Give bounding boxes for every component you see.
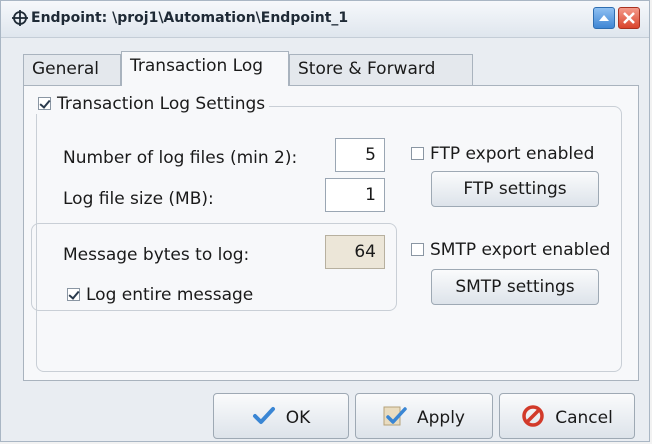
endpoint-dialog: Endpoint: \proj1\Automation\Endpoint_1 G… [0,0,650,442]
message-bytes-label: Message bytes to log: [63,245,250,265]
log-file-size-label: Log file size (MB): [63,189,214,209]
transaction-log-settings-label: Transaction Log Settings [57,94,266,114]
ftp-export-toggle[interactable]: FTP export enabled [411,144,594,164]
ok-label: OK [285,408,311,428]
message-bytes-input[interactable]: 64 [325,235,385,269]
ftp-settings-button[interactable]: FTP settings [431,171,599,207]
log-entire-message-label: Log entire message [86,285,254,305]
maximize-icon [599,15,609,21]
log-entire-message-checkbox[interactable] [67,288,80,301]
ftp-export-label: FTP export enabled [430,144,595,164]
transaction-log-settings-toggle[interactable]: Transaction Log Settings [34,94,270,114]
tab-general[interactable]: General [23,54,121,85]
cancel-icon [522,405,544,427]
smtp-export-toggle[interactable]: SMTP export enabled [411,240,610,260]
smtp-export-checkbox[interactable] [411,243,424,256]
apply-label: Apply [417,408,465,428]
smtp-export-label: SMTP export enabled [430,240,611,260]
title-bar[interactable]: Endpoint: \proj1\Automation\Endpoint_1 [1,1,649,38]
ok-button[interactable]: OK [213,393,349,439]
maximize-button[interactable] [593,7,615,29]
log-file-size-input[interactable]: 1 [325,178,385,212]
crosshair-icon [12,10,28,26]
transaction-log-settings-checkbox[interactable] [38,97,51,110]
close-icon [623,12,635,24]
cancel-button[interactable]: Cancel [499,393,635,439]
num-log-files-input[interactable]: 5 [335,138,385,172]
apply-check-icon [383,406,407,426]
tab-transaction-log[interactable]: Transaction Log [121,51,289,86]
checkmark-icon [252,407,275,424]
window-title: Endpoint: \proj1\Automation\Endpoint_1 [31,10,349,26]
close-button[interactable] [618,7,640,29]
cancel-label: Cancel [555,408,613,428]
smtp-settings-button[interactable]: SMTP settings [431,269,599,305]
log-entire-message-toggle[interactable]: Log entire message [67,285,253,305]
apply-button[interactable]: Apply [355,393,493,439]
num-log-files-label: Number of log files (min 2): [63,148,298,168]
dialog-footer: OK Apply Cancel [1,381,649,441]
tab-store-forward[interactable]: Store & Forward [289,54,473,85]
ftp-export-checkbox[interactable] [411,147,424,160]
